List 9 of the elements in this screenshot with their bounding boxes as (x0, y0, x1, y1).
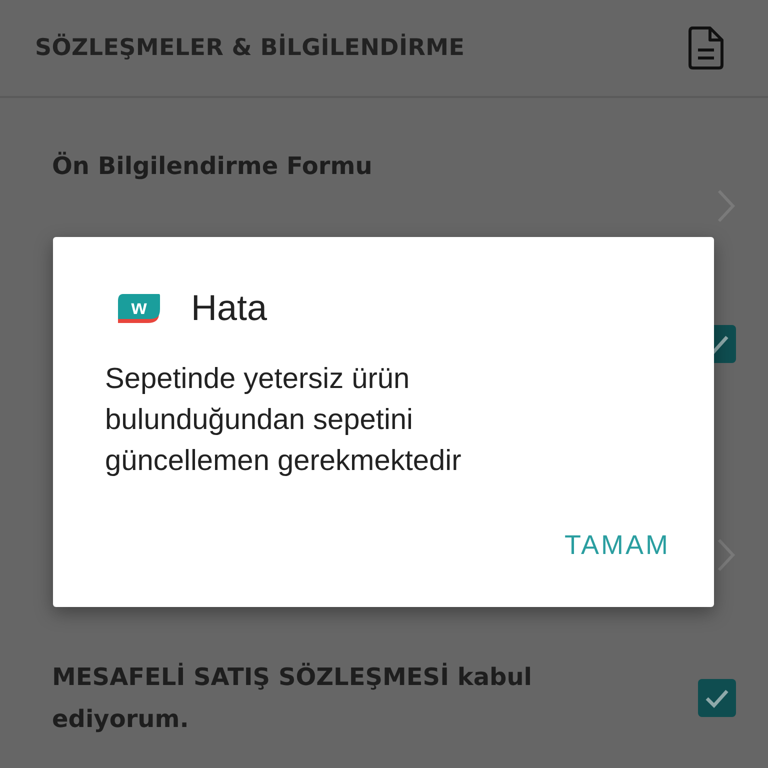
brand-logo: w (117, 293, 161, 323)
form-title: Ön Bilgilendirme Formu (52, 152, 372, 180)
dialog-title: Hata (191, 287, 268, 329)
dialog-message: Sepetinde yetersiz ürün bulunduğundan sepetini güncellemen gerekmektedir (105, 362, 462, 479)
agreement-label: MESAFELİ SATIŞ SÖZLEŞMESİ kabul ediyorum. (52, 662, 533, 735)
ok-button[interactable]: TAMAM (560, 524, 674, 567)
document-icon[interactable] (688, 26, 724, 70)
checkbox[interactable] (698, 679, 736, 717)
screen-title: SÖZLEŞMELER & BİLGİLENDİRME (35, 35, 465, 61)
